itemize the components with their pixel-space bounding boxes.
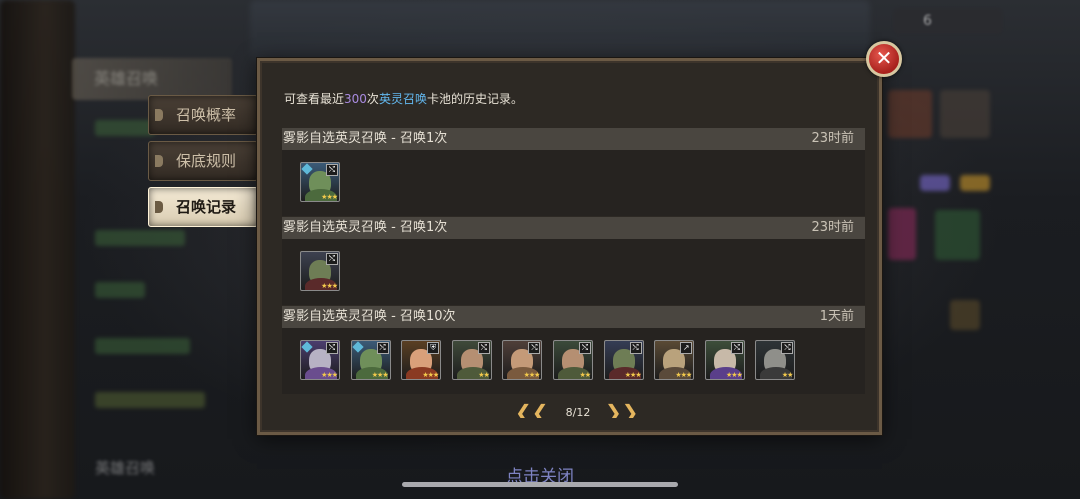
lizard-archer-icon[interactable]: ⤭ ★★★ [350, 340, 391, 380]
tab-summon-history[interactable]: 召唤记录 [148, 187, 258, 227]
background-card [960, 175, 990, 191]
helmet-soldier-icon[interactable]: ⤭ ★★ [553, 340, 593, 380]
close-icon[interactable]: ✕ [866, 41, 902, 77]
horned-undead-icon[interactable]: ⤭ ★★ [755, 340, 796, 380]
record-title: 雾影自选英灵召唤 - 召唤1次 [283, 131, 448, 146]
page-indicator: 8/12 [565, 406, 591, 418]
hero-rarity-gem-icon [301, 341, 313, 353]
hero-class-icon: ⤭ [326, 164, 338, 176]
record-time: 23时前 [811, 131, 854, 146]
background-left-tab: 英雄召唤 [72, 58, 232, 100]
background-row [95, 120, 155, 136]
record-title: 雾影自选英灵召唤 - 召唤1次 [283, 220, 448, 235]
record-time: 1天前 [819, 309, 854, 324]
intro-count: 300 [344, 92, 367, 106]
record-title: 雾影自选英灵召唤 - 召唤10次 [283, 309, 456, 324]
armored-knight-icon[interactable]: ⤭ ★★★ [704, 340, 745, 380]
panel-content: 可查看最近300次英灵召唤卡池的历史记录。 雾影自选英灵召唤 - 召唤1次 23… [282, 78, 865, 418]
helmet-soldier-icon[interactable]: ⤭ ★★ [451, 340, 492, 380]
lizard-archer-icon[interactable]: ⤭ ★★★ [300, 162, 340, 202]
background-roof [250, 0, 870, 60]
hero-stars: ★★★ [624, 371, 642, 379]
hero-stars: ★★★ [675, 371, 692, 379]
hero-class-icon: ↗ [680, 342, 693, 354]
hero-stars: ★★ [781, 371, 794, 379]
hero-class-icon: ⤭ [579, 342, 591, 354]
goblin-archer-icon[interactable]: ⤭ ★★★ [603, 340, 644, 380]
orc-brute-icon[interactable]: ↗ ★★★ [654, 340, 695, 380]
hero-stars: ★★★ [523, 371, 541, 379]
hero-class-icon: ⤭ [326, 253, 338, 265]
background-card [888, 208, 916, 260]
hero-stars: ★★★ [321, 371, 338, 379]
hero-class-icon: ⤭ [477, 342, 490, 354]
home-indicator [402, 482, 678, 487]
hero-stars: ★★★ [321, 282, 338, 290]
background-topright-counter: 6 [893, 8, 1003, 34]
hero-class-icon: ⤭ [730, 342, 743, 354]
hero-stars: ★★★ [422, 371, 439, 379]
hero-stars: ★★ [478, 371, 490, 379]
hero-stars: ★★★ [371, 371, 389, 379]
intro-prefix: 可查看最近 [284, 92, 345, 106]
record-time: 23时前 [811, 220, 854, 235]
record-heroes: ⤭ ★★★ ⤭ ★★★ ⛨ ★★★ ⤭ ★★ ⤭ ★★★ ⤭ ★★ ⤭ ★★★ ↗ ★★★ ⤭ ★★★ ⤭ ★★ [282, 328, 865, 394]
record-header: 雾影自选英灵召唤 - 召唤1次 23时前 [282, 128, 865, 150]
background-row [95, 282, 145, 298]
next-page-button[interactable]: ❯❯ [605, 400, 639, 418]
hero-stars: ★★ [579, 371, 591, 379]
hero-stars: ★★★ [725, 371, 743, 379]
barbarian-icon[interactable]: ⤭ ★★★ [502, 340, 543, 380]
record-header: 雾影自选英灵召唤 - 召唤10次 1天前 [282, 306, 865, 328]
record-heroes: ⤭ ★★★ [282, 150, 865, 216]
record-heroes: ⤭ ★★★ [282, 239, 865, 305]
intro-middle: 次 [366, 92, 379, 106]
background-card [940, 90, 990, 138]
background-row [95, 338, 190, 354]
redhead-warrior-icon[interactable]: ⛨ ★★★ [401, 340, 442, 380]
background-card [888, 90, 932, 138]
summon-history-panel: 可查看最近300次英灵召唤卡池的历史记录。 雾影自选英灵召唤 - 召唤1次 23… [257, 58, 882, 435]
goblin-archer-icon[interactable]: ⤭ ★★★ [300, 251, 340, 291]
background-card [920, 175, 950, 191]
background-row [95, 392, 205, 408]
hero-class-icon: ⤭ [528, 342, 541, 354]
hero-class-icon: ⤭ [326, 342, 338, 354]
background-card [935, 210, 980, 260]
prev-page-button[interactable]: ❮❮ [515, 400, 549, 418]
hero-rarity-gem-icon [351, 341, 364, 353]
intro-text: 可查看最近300次英灵召唤卡池的历史记录。 [284, 90, 523, 107]
hero-stars: ★★★ [321, 193, 338, 201]
hero-class-icon: ⤭ [781, 342, 794, 354]
background-card [950, 300, 980, 330]
hero-class-icon: ⛨ [427, 342, 440, 354]
hero-class-icon: ⤭ [376, 342, 389, 354]
dragon-mage-icon[interactable]: ⤭ ★★★ [300, 340, 340, 380]
record-header: 雾影自选英灵召唤 - 召唤1次 23时前 [282, 217, 865, 239]
hero-rarity-gem-icon [301, 163, 313, 175]
tab-summon-probability[interactable]: 召唤概率 [148, 95, 258, 135]
intro-pool-name: 英灵召唤 [378, 92, 427, 106]
intro-suffix: 卡池的历史记录。 [426, 92, 523, 106]
tab-pity-rules[interactable]: 保底规则 [148, 141, 258, 181]
background-tower [0, 0, 75, 499]
background-row [95, 230, 185, 246]
hero-class-icon: ⤭ [629, 342, 642, 354]
